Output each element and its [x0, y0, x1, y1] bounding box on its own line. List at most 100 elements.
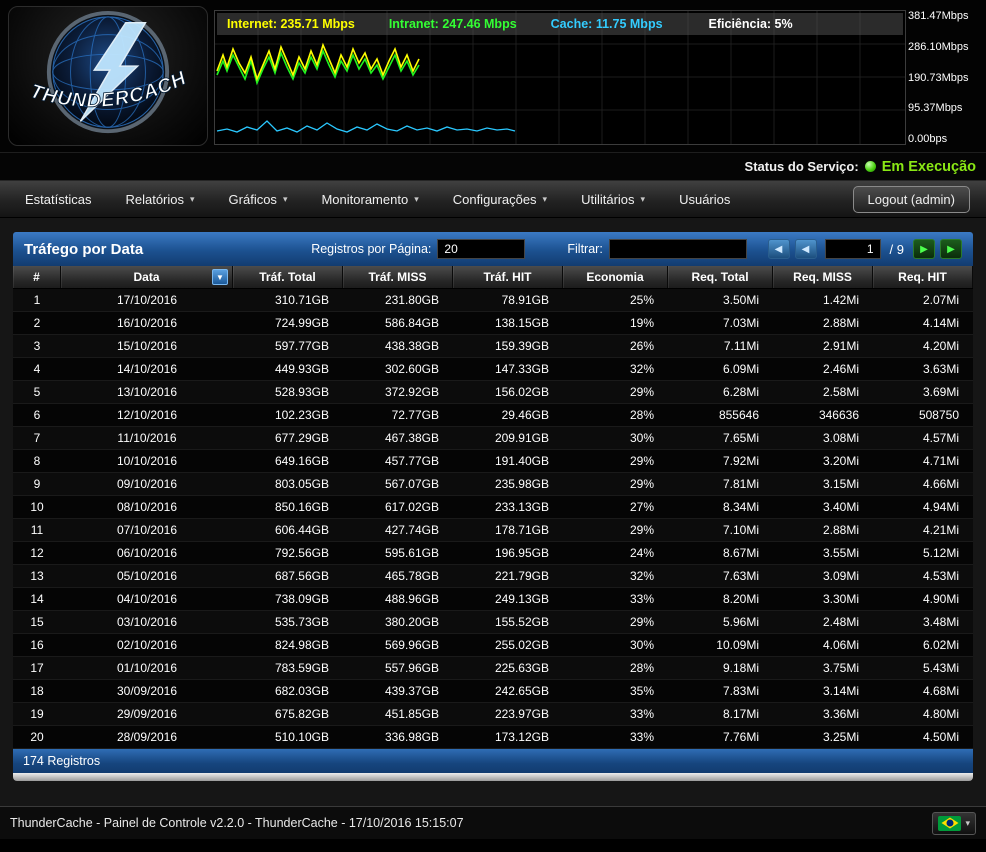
graph-scale: 381.47Mbps 286.10Mbps 190.73Mbps 95.37Mb…: [908, 0, 986, 150]
cell: 427.74GB: [343, 523, 453, 537]
cell: 9: [13, 477, 61, 491]
cell: 380.20GB: [343, 615, 453, 629]
column-header-traf-miss[interactable]: Tráf. MISS: [343, 266, 453, 288]
cell: 28%: [563, 408, 668, 422]
prev-page-button[interactable]: ◀: [795, 239, 817, 259]
cell: 32%: [563, 569, 668, 583]
first-page-button[interactable]: ◀: [768, 239, 790, 259]
cell: 178.71GB: [453, 523, 563, 537]
cell: 675.82GB: [233, 707, 343, 721]
nav-item-utilitarios[interactable]: Utilitários ▾: [564, 181, 662, 217]
main-nav: Estatísticas Relatórios ▾ Gráficos ▾ Mon…: [0, 181, 986, 218]
filter-input[interactable]: [609, 239, 747, 259]
cell: 235.98GB: [453, 477, 563, 491]
nav-label: Utilitários: [581, 192, 634, 207]
cell: 2.48Mi: [773, 615, 873, 629]
cell: 3.36Mi: [773, 707, 873, 721]
cell: 597.77GB: [233, 339, 343, 353]
nav-item-estatisticas[interactable]: Estatísticas: [8, 181, 108, 217]
column-header-label: Data: [133, 270, 159, 284]
chevron-down-icon: ▾: [190, 194, 195, 205]
cell: 156.02GB: [453, 385, 563, 399]
records-per-page-input[interactable]: [437, 239, 525, 259]
column-header-req-hit[interactable]: Req. HIT: [873, 266, 973, 288]
table-row: 909/10/2016803.05GB567.07GB235.98GB29%7.…: [13, 473, 973, 496]
nav-item-configuracoes[interactable]: Configurações ▾: [436, 181, 564, 217]
cell: 567.07GB: [343, 477, 453, 491]
cell: 10/10/2016: [61, 454, 233, 468]
last-page-button[interactable]: ▶: [940, 239, 962, 259]
language-selector-button[interactable]: ▾: [932, 812, 976, 835]
table-row: 117/10/2016310.71GB231.80GB78.91GB25%3.5…: [13, 289, 973, 312]
cell: 30/09/2016: [61, 684, 233, 698]
cell: 3.20Mi: [773, 454, 873, 468]
legend-cache-value: 11.75 Mbps: [596, 17, 663, 31]
logout-button[interactable]: Logout (admin): [853, 186, 970, 213]
table-row: 1305/10/2016687.56GB465.78GB221.79GB32%7…: [13, 565, 973, 588]
thundercache-logo: THUNDERCACHE: [8, 6, 208, 146]
column-header-index[interactable]: #: [13, 266, 61, 288]
cell: 8.17Mi: [668, 707, 773, 721]
page-total-label: / 9: [890, 242, 904, 257]
table-row: 1503/10/2016535.73GB380.20GB155.52GB29%5…: [13, 611, 973, 634]
cell: 5.43Mi: [873, 661, 973, 675]
table-body: 117/10/2016310.71GB231.80GB78.91GB25%3.5…: [13, 289, 973, 749]
cell: 17/10/2016: [61, 293, 233, 307]
table-row: 1929/09/2016675.82GB451.85GB223.97GB33%8…: [13, 703, 973, 726]
nav-item-usuarios[interactable]: Usuários: [662, 181, 747, 217]
cell: 255.02GB: [453, 638, 563, 652]
cell: 6: [13, 408, 61, 422]
cell: 4.50Mi: [873, 730, 973, 744]
cell: 12/10/2016: [61, 408, 233, 422]
page-number-input[interactable]: [825, 239, 881, 259]
table-row: 1008/10/2016850.16GB617.02GB233.13GB27%8…: [13, 496, 973, 519]
service-status-label: Status do Serviço:: [745, 159, 859, 174]
cell: 08/10/2016: [61, 500, 233, 514]
column-header-traf-total[interactable]: Tráf. Total: [233, 266, 343, 288]
legend-internet-label: Internet:: [227, 17, 277, 31]
cell: 233.13GB: [453, 500, 563, 514]
cell: 3: [13, 339, 61, 353]
column-header-req-miss[interactable]: Req. MISS: [773, 266, 873, 288]
nav-item-relatorios[interactable]: Relatórios ▾: [108, 181, 211, 217]
column-header-economia[interactable]: Economia: [563, 266, 668, 288]
cell: 102.23GB: [233, 408, 343, 422]
cell: 738.09GB: [233, 592, 343, 606]
cell: 29%: [563, 615, 668, 629]
cell: 05/10/2016: [61, 569, 233, 583]
cell: 586.84GB: [343, 316, 453, 330]
next-page-button[interactable]: ▶: [913, 239, 935, 259]
chevron-down-icon: ▾: [414, 194, 419, 205]
cell: 04/10/2016: [61, 592, 233, 606]
records-per-page-label: Registros por Página:: [311, 242, 431, 256]
table-row: 1602/10/2016824.98GB569.96GB255.02GB30%1…: [13, 634, 973, 657]
cell: 595.61GB: [343, 546, 453, 560]
footer-text: ThunderCache - Painel de Controle v2.2.0…: [10, 816, 464, 830]
cell: 223.97GB: [453, 707, 563, 721]
cell: 28%: [563, 661, 668, 675]
cell: 33%: [563, 707, 668, 721]
cell: 310.71GB: [233, 293, 343, 307]
nav-label: Usuários: [679, 192, 730, 207]
cell: 3.63Mi: [873, 362, 973, 376]
column-header-traf-hit[interactable]: Tráf. HIT: [453, 266, 563, 288]
cell: 4.94Mi: [873, 500, 973, 514]
cell: 824.98GB: [233, 638, 343, 652]
cell: 33%: [563, 592, 668, 606]
cell: 803.05GB: [233, 477, 343, 491]
nav-label: Monitoramento: [321, 192, 408, 207]
column-header-req-total[interactable]: Req. Total: [668, 266, 773, 288]
cell: 6.09Mi: [668, 362, 773, 376]
cell: 19%: [563, 316, 668, 330]
nav-item-graficos[interactable]: Gráficos ▾: [212, 181, 305, 217]
cell: 35%: [563, 684, 668, 698]
legend-internet-value: 235.71 Mbps: [280, 17, 354, 31]
cell: 7.76Mi: [668, 730, 773, 744]
cell: 30%: [563, 431, 668, 445]
cell: 4.71Mi: [873, 454, 973, 468]
cell: 5.12Mi: [873, 546, 973, 560]
legend-eficiencia-value: 5%: [775, 17, 793, 31]
column-header-data[interactable]: Data ▼: [61, 266, 233, 288]
chevron-down-icon: ▾: [283, 194, 288, 205]
nav-item-monitoramento[interactable]: Monitoramento ▾: [304, 181, 435, 217]
